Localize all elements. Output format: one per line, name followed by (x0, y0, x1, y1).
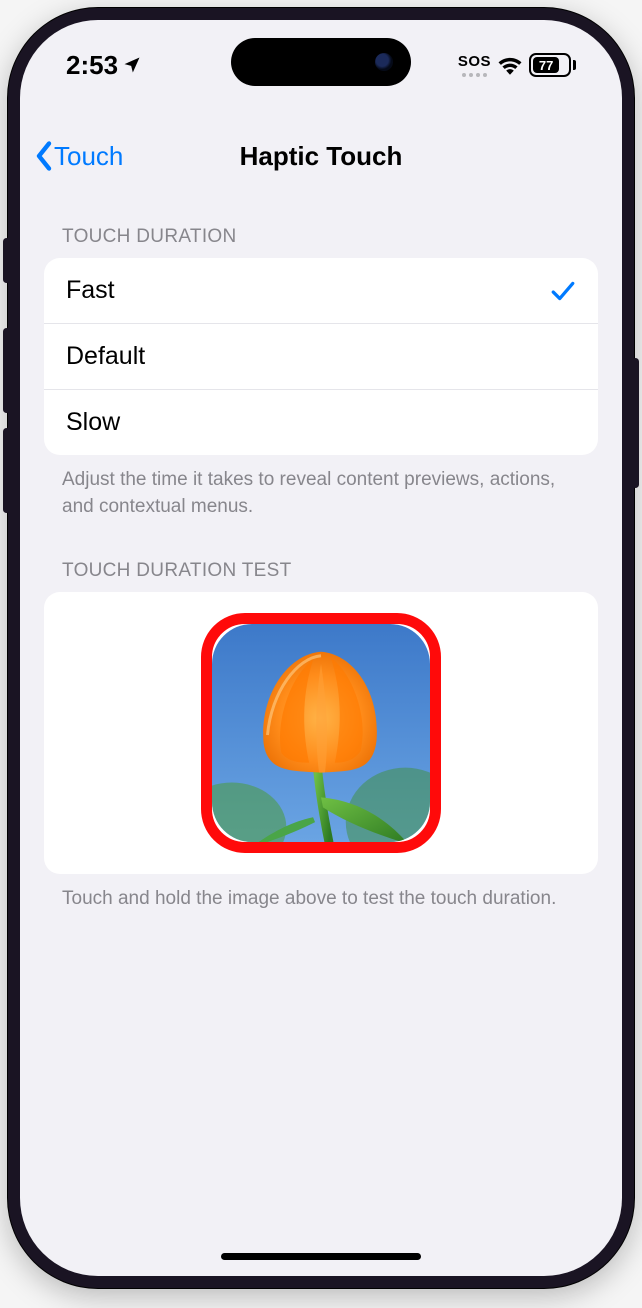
back-label: Touch (54, 141, 123, 172)
location-icon (122, 55, 142, 75)
option-slow-label: Slow (66, 408, 120, 437)
page-title: Haptic Touch (240, 141, 403, 172)
duration-options-group: Fast Default Slow (44, 258, 598, 455)
dynamic-island (231, 38, 411, 86)
side-button-vol-up (3, 328, 10, 413)
front-camera (375, 53, 393, 71)
battery-icon: 77 (529, 53, 576, 77)
nav-bar: Touch Haptic Touch (20, 120, 622, 192)
section-header-duration: TOUCH DURATION (44, 208, 598, 258)
settings-content: TOUCH DURATION Fast Default Slow Adjust … (20, 208, 622, 1276)
option-default[interactable]: Default (44, 323, 598, 389)
section-footer-test: Touch and hold the image above to test t… (44, 874, 598, 913)
cellular-dots-icon (462, 73, 487, 77)
back-button[interactable]: Touch (34, 141, 123, 172)
option-fast[interactable]: Fast (44, 258, 598, 323)
section-header-test: TOUCH DURATION TEST (44, 542, 598, 592)
side-button-power (632, 358, 639, 488)
test-image[interactable] (206, 618, 436, 848)
flower-image-icon (212, 624, 430, 842)
option-fast-label: Fast (66, 276, 115, 305)
option-default-label: Default (66, 342, 145, 371)
checkmark-icon (550, 278, 576, 304)
section-footer-duration: Adjust the time it takes to reveal conte… (44, 455, 598, 520)
screen: 2:53 SOS 77 (20, 20, 622, 1276)
home-indicator[interactable] (221, 1253, 421, 1260)
test-group (44, 592, 598, 874)
side-button-mute (3, 238, 10, 283)
status-time: 2:53 (66, 50, 118, 81)
chevron-left-icon (34, 141, 54, 171)
option-slow[interactable]: Slow (44, 389, 598, 455)
wifi-icon (497, 55, 523, 75)
phone-frame: 2:53 SOS 77 (8, 8, 634, 1288)
battery-level-label: 77 (533, 57, 559, 73)
status-sos: SOS (458, 53, 491, 70)
side-button-vol-down (3, 428, 10, 513)
